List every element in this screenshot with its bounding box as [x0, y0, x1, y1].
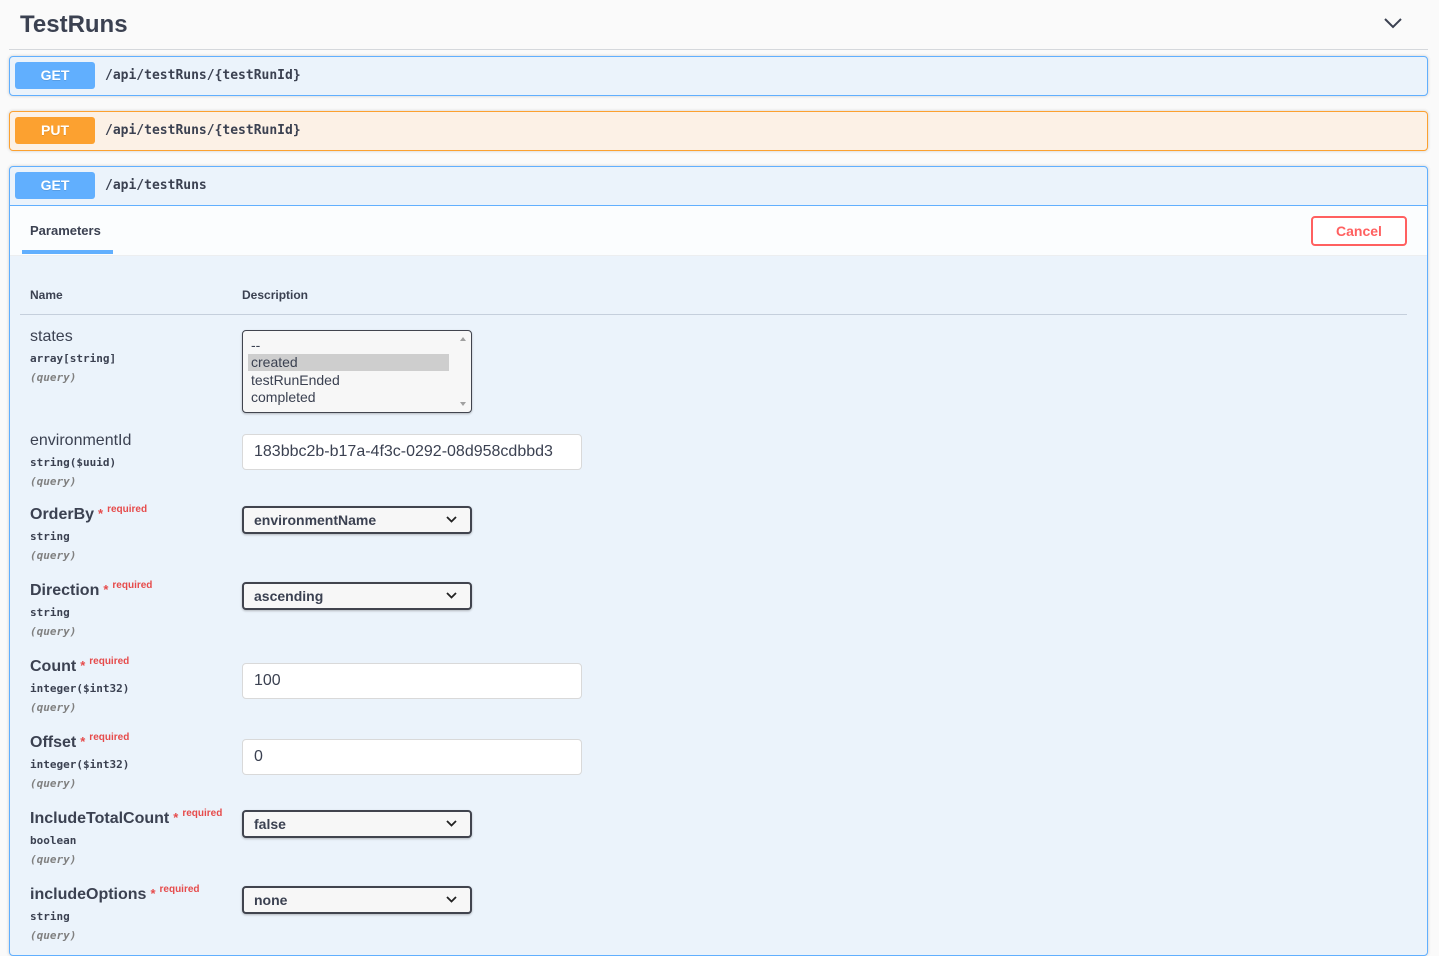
param-name: Direction * required: [30, 580, 1410, 601]
operation-path: /api/testRuns: [105, 178, 207, 193]
states-option-selected[interactable]: created: [248, 354, 449, 371]
param-location: (query): [30, 929, 77, 942]
param-row-states: states array[string] (query) -- created …: [30, 327, 1410, 413]
header-divider: [20, 314, 1407, 315]
includetotalcount-select[interactable]: false: [242, 810, 472, 838]
param-row-environmentid: environmentId string($uuid) (query) 183b…: [30, 431, 1410, 490]
chevron-down-icon: [446, 896, 457, 903]
param-name: Count * required: [30, 656, 1410, 677]
param-name: states: [30, 328, 73, 345]
states-option[interactable]: completed: [248, 389, 449, 406]
param-name-text: Direction: [30, 582, 100, 599]
cancel-button[interactable]: Cancel: [1311, 216, 1407, 246]
param-location: (query): [30, 475, 77, 488]
param-row-offset: Offset * required integer($int32) (query) …: [30, 732, 1410, 792]
operation-summary[interactable]: GET /api/testRuns: [10, 167, 1427, 206]
param-location: (query): [30, 549, 77, 562]
param-location: (query): [30, 701, 77, 714]
required-asterisk: *: [103, 582, 109, 597]
scroll-up-icon[interactable]: [459, 335, 467, 343]
operation-put-testrun[interactable]: PUT /api/testRuns/{testRunId}: [9, 111, 1428, 151]
param-name-text: OrderBy: [30, 506, 95, 523]
chevron-down-icon[interactable]: [1384, 17, 1402, 29]
param-name: IncludeTotalCount * required: [30, 808, 1410, 829]
param-name: environmentId: [30, 432, 132, 449]
param-name: includeOptions * required: [30, 884, 1410, 905]
required-label: required: [89, 656, 130, 667]
param-name: OrderBy * required: [30, 504, 1410, 525]
param-type: string: [30, 910, 70, 923]
param-name-text: includeOptions: [30, 886, 147, 903]
chevron-down-icon: [446, 592, 457, 599]
chevron-down-icon: [446, 516, 457, 523]
param-row-direction: Direction * required string (query) ascend…: [30, 580, 1410, 640]
param-name: Offset * required: [30, 732, 1410, 753]
operation-path: /api/testRuns/{testRunId}: [105, 68, 301, 83]
operation-summary[interactable]: PUT /api/testRuns/{testRunId}: [10, 112, 1427, 150]
param-location: (query): [30, 625, 77, 638]
operation-summary[interactable]: GET /api/testRuns/{testRunId}: [10, 57, 1427, 95]
param-row-count: Count * required integer($int32) (query) 1…: [30, 656, 1410, 716]
param-type: boolean: [30, 834, 77, 847]
column-header-description: Description: [242, 288, 309, 302]
parameters-tabbar: Parameters Cancel: [10, 206, 1427, 256]
method-badge-get: GET: [15, 62, 95, 89]
scroll-down-icon[interactable]: [459, 400, 467, 408]
direction-select[interactable]: ascending: [242, 582, 472, 610]
states-multiselect[interactable]: -- created testRunEnded completed: [242, 330, 472, 413]
select-value: environmentName: [254, 512, 377, 528]
states-option[interactable]: testRunEnded: [248, 372, 449, 389]
required-asterisk: *: [80, 658, 86, 673]
param-location: (query): [30, 371, 77, 384]
required-asterisk: *: [98, 506, 104, 521]
required-label: required: [107, 504, 148, 515]
select-value: none: [254, 892, 288, 908]
param-row-orderby: OrderBy * required string (query) environm…: [30, 504, 1410, 564]
column-header-name: Name: [30, 288, 63, 302]
scrollbar[interactable]: [457, 333, 469, 410]
offset-input[interactable]: 0: [242, 739, 582, 775]
section-header[interactable]: TestRuns: [9, 0, 1428, 50]
param-type: string: [30, 606, 70, 619]
count-input[interactable]: 100: [242, 663, 582, 699]
param-name-text: IncludeTotalCount: [30, 810, 170, 827]
param-location: (query): [30, 777, 77, 790]
method-badge-put: PUT: [15, 117, 95, 144]
param-location: (query): [30, 853, 77, 866]
method-badge-get: GET: [15, 172, 95, 199]
param-name-text: Offset: [30, 734, 77, 751]
param-type: array[string]: [30, 352, 117, 365]
operation-path: /api/testRuns/{testRunId}: [105, 123, 301, 138]
chevron-down-icon: [446, 820, 457, 827]
operation-get-testrun[interactable]: GET /api/testRuns/{testRunId}: [9, 56, 1428, 96]
param-row-includeoptions: includeOptions * required string (query) n…: [30, 884, 1410, 944]
environmentid-input[interactable]: 183bbc2b-b17a-4f3c-0292-08d958cdbbd3: [242, 434, 582, 470]
orderby-select[interactable]: environmentName: [242, 506, 472, 534]
operation-get-testruns: GET /api/testRuns Parameters Cancel Name…: [9, 166, 1428, 956]
required-label: required: [89, 732, 130, 743]
param-type: integer($int32): [30, 682, 130, 695]
param-name-text: Count: [30, 658, 77, 675]
states-option[interactable]: --: [248, 337, 449, 354]
required-label: required: [112, 580, 153, 591]
param-type: integer($int32): [30, 758, 130, 771]
includeoptions-select[interactable]: none: [242, 886, 472, 914]
param-type: string($uuid): [30, 456, 117, 469]
param-row-includetotalcount: IncludeTotalCount * required boolean (quer…: [30, 808, 1410, 868]
required-label: required: [159, 884, 200, 895]
select-value: false: [254, 816, 286, 832]
section-title: TestRuns: [20, 11, 128, 38]
required-asterisk: *: [80, 734, 86, 749]
required-asterisk: *: [150, 886, 156, 901]
tab-parameters[interactable]: Parameters: [22, 206, 113, 254]
select-value: ascending: [254, 588, 324, 604]
required-asterisk: *: [173, 810, 179, 825]
param-type: string: [30, 530, 70, 543]
required-label: required: [182, 808, 223, 819]
